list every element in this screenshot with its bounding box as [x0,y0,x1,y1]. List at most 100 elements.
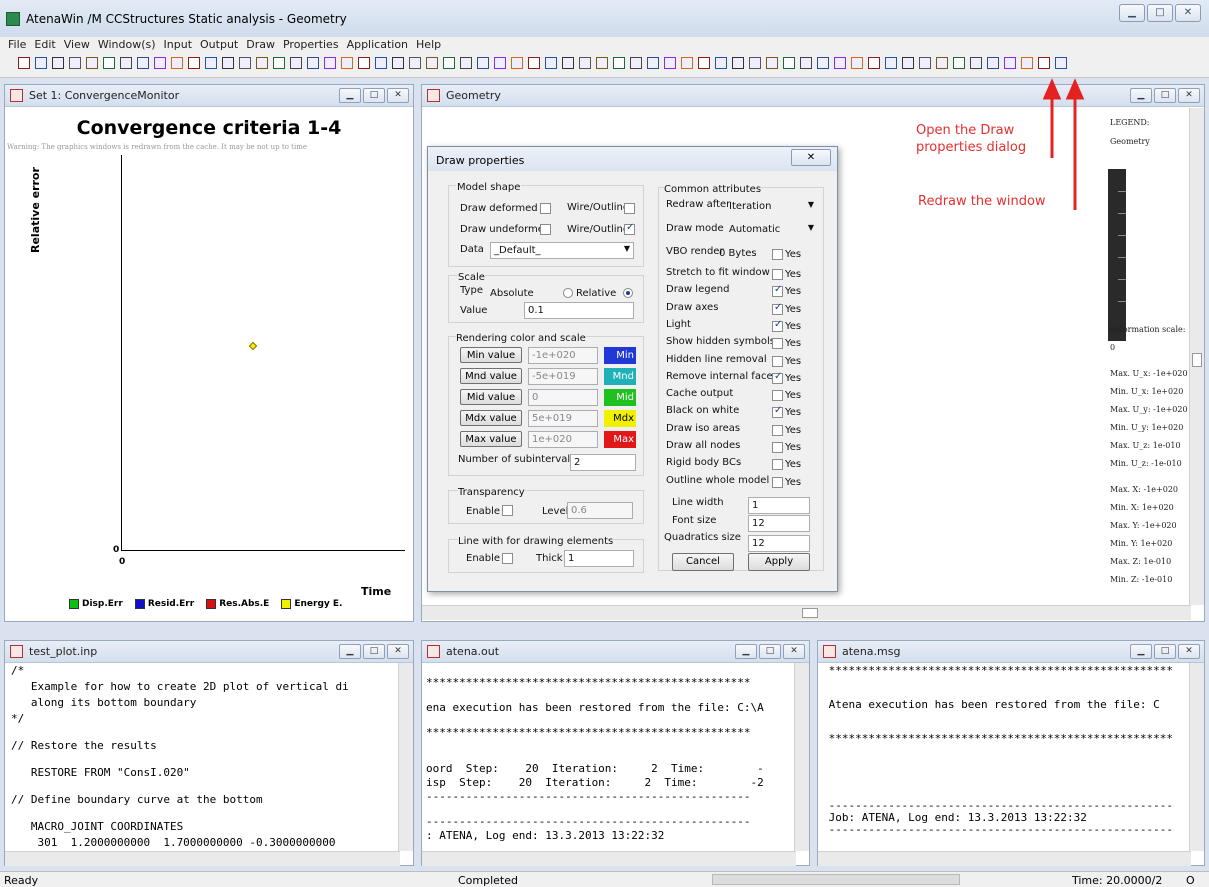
test-plot-caption: test_plot.inp ▁ □ ✕ [5,641,413,663]
redraw-after-select[interactable]: Iteration ▼ [726,199,816,216]
text-line [822,745,1189,756]
yes-label: Yes [785,476,802,488]
wire-outline-checkbox-1[interactable] [624,203,635,214]
wire-outline-checkbox-2[interactable] [624,222,635,235]
window-icon [823,645,836,658]
scale-value-input[interactable]: 0.1 [524,302,634,319]
attr-label: Draw legend [666,284,730,296]
text-line: */ [11,712,25,725]
yes-label: Yes [785,338,802,350]
text-line: ****************************************… [822,665,1173,677]
draw-deformed-checkbox[interactable] [540,203,551,214]
draw-mode-select[interactable]: Automatic ▼ [726,222,816,239]
line-width-input[interactable]: 1 [748,497,810,514]
attr-checkbox[interactable] [772,424,783,436]
color-value-input[interactable]: 5e+019 [528,410,598,427]
vbo-render-checkbox[interactable] [772,249,783,260]
draw-properties-dialog: Draw properties ✕ Model shape Draw defor… [427,146,838,592]
attr-checkbox[interactable] [772,302,783,315]
text-line [426,665,794,676]
line-enable-checkbox[interactable] [502,553,513,564]
relative-radio[interactable] [623,288,633,298]
color-value-button[interactable]: Mid value [460,389,522,405]
text-line [11,808,399,819]
test-plot-caption-text: test_plot.inp [29,645,98,658]
value-label: Value [460,305,488,316]
color-value-input[interactable]: -5e+019 [528,368,598,385]
color-value-input[interactable]: 1e+020 [528,431,598,448]
maximize-button[interactable]: □ [759,644,781,659]
attr-checkbox[interactable] [772,269,783,280]
close-button[interactable]: ✕ [1178,644,1200,659]
color-value-input[interactable]: -1e+020 [528,347,598,364]
text-line: oord Step: 20 Iteration: 2 Time: - [426,762,764,775]
test-plot-hscroll[interactable] [5,851,400,866]
attr-checkbox[interactable] [772,476,783,488]
minimize-button[interactable]: ▁ [735,644,757,659]
subintervals-input[interactable]: 2 [570,454,636,471]
status-time: Time: 20.0000/2 [1072,874,1163,887]
color-swatch[interactable]: Max [604,431,636,448]
attr-checkbox[interactable] [772,355,783,367]
yes-label: Yes [785,303,802,315]
attr-checkbox[interactable] [772,459,783,471]
attr-checkbox[interactable] [772,371,783,384]
chevron-down-icon: ▼ [807,200,814,209]
close-button[interactable]: ✕ [387,644,409,659]
apply-button[interactable]: Apply [748,553,810,571]
maximize-button[interactable]: □ [1154,644,1176,659]
dialog-close-button[interactable]: ✕ [791,149,831,166]
atena-out-vscroll[interactable] [794,663,809,851]
data-select[interactable]: _Default_ ▼ [490,242,634,259]
atena-out-caption: atena.out ▁ □ ✕ [422,641,809,663]
quadratics-size-input[interactable]: 12 [748,535,810,552]
close-button[interactable]: ✕ [783,644,805,659]
thick-label: Thick [536,553,563,564]
font-size-label: Font size [672,515,717,526]
minimize-button[interactable]: ▁ [339,644,361,659]
font-size-input[interactable]: 12 [748,515,810,532]
minimize-button[interactable]: ▁ [1130,644,1152,659]
quadratics-size-label: Quadratics size [664,532,741,543]
atena-msg-hscroll[interactable] [818,851,1191,866]
atena-out-text[interactable]: ****************************************… [426,665,794,849]
color-value-button[interactable]: Mnd value [460,368,522,384]
color-value-button[interactable]: Min value [460,347,522,363]
text-line: ena execution has been restored from the… [426,701,764,714]
text-line: MACRO_JOINT COORDINATES [11,820,184,833]
draw-undeformed-checkbox[interactable] [540,224,551,235]
test-plot-vscroll[interactable] [398,663,413,851]
color-swatch[interactable]: Min [604,347,636,364]
yes-label: Yes [785,269,802,280]
color-value-button[interactable]: Mdx value [460,410,522,426]
level-label: Level [542,506,569,517]
level-input[interactable]: 0.6 [567,502,633,519]
yes-label: Yes [785,286,802,298]
model-shape-label: Model shape [456,182,522,193]
test-plot-text[interactable]: /* Example for how to create 2D plot of … [11,663,399,849]
atena-msg-vscroll[interactable] [1189,663,1204,851]
absolute-radio[interactable] [563,288,573,298]
atena-msg-text[interactable]: ****************************************… [822,665,1189,849]
maximize-button[interactable]: □ [363,644,385,659]
attr-checkbox[interactable] [772,284,783,298]
attr-checkbox[interactable] [772,390,783,402]
color-value-input[interactable]: 0 [528,389,598,406]
color-swatch[interactable]: Mid [604,389,636,406]
atena-out-hscroll[interactable] [422,851,796,866]
cancel-button[interactable]: Cancel [672,553,734,571]
attr-checkbox[interactable] [772,442,783,453]
color-swatch[interactable]: Mnd [604,368,636,385]
text-line: ----------------------------------------… [426,815,751,828]
color-value-button[interactable]: Max value [460,431,522,447]
transparency-enable-checkbox[interactable] [502,505,513,516]
thick-input[interactable]: 1 [564,550,634,567]
draw-deformed-label: Draw deformed [460,203,538,214]
color-swatch[interactable]: Mdx [604,410,636,427]
attr-checkbox[interactable] [772,319,783,332]
yes-label: Yes [785,459,802,471]
attr-checkbox[interactable] [772,338,783,350]
attr-checkbox[interactable] [772,405,783,419]
text-line: ****************************************… [426,676,751,689]
text-line [11,727,399,738]
